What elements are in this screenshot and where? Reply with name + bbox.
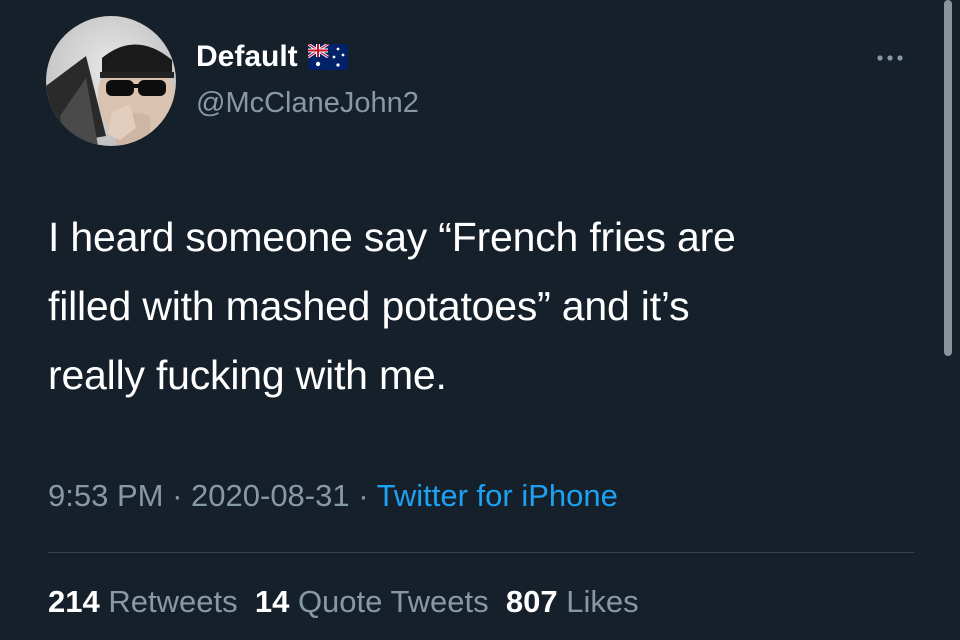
scrollbar[interactable] [944,0,952,356]
likes-label: Likes [566,584,639,619]
retweets-stat[interactable]: 214 Retweets [48,584,238,619]
likes-count: 807 [505,584,558,619]
tweet-metadata: 9:53 PM · 2020-08-31 · Twitter for iPhon… [48,478,618,514]
tweet-time[interactable]: 9:53 PM [48,478,163,513]
likes-stat[interactable]: 807 Likes [506,584,639,619]
quote-tweets-stat[interactable]: 14 Quote Tweets [255,584,489,619]
tweet-date[interactable]: 2020-08-31 [191,478,350,513]
tweet-text: I heard someone say “French fries are fi… [48,203,918,410]
avatar-photo-icon [46,16,176,146]
australia-flag-icon [306,42,348,70]
quote-tweets-label: Quote Tweets [297,584,489,619]
meta-separator: · [172,478,183,513]
tweet-text-line: filled with mashed potatoes” and it’s [48,283,690,329]
tweet-text-line: really fucking with me. [48,352,447,398]
engagement-stats: 214 Retweets 14 Quote Tweets 807 Likes [48,584,639,620]
display-name[interactable]: Default [196,40,298,74]
more-options-icon[interactable] [872,46,912,66]
meta-separator: · [358,478,369,513]
tweet-card: Default @McClaneJohn2 I heard someone sa… [0,0,960,640]
display-name-row: Default [196,40,348,74]
quote-tweets-count: 14 [254,584,290,619]
user-handle[interactable]: @McClaneJohn2 [196,87,419,120]
retweets-label: Retweets [108,584,238,619]
tweet-source-link[interactable]: Twitter for iPhone [377,478,618,513]
tweet-text-line: I heard someone say “French fries are [48,214,736,260]
avatar[interactable] [46,16,176,146]
divider [48,552,914,553]
retweets-count: 214 [48,584,100,619]
